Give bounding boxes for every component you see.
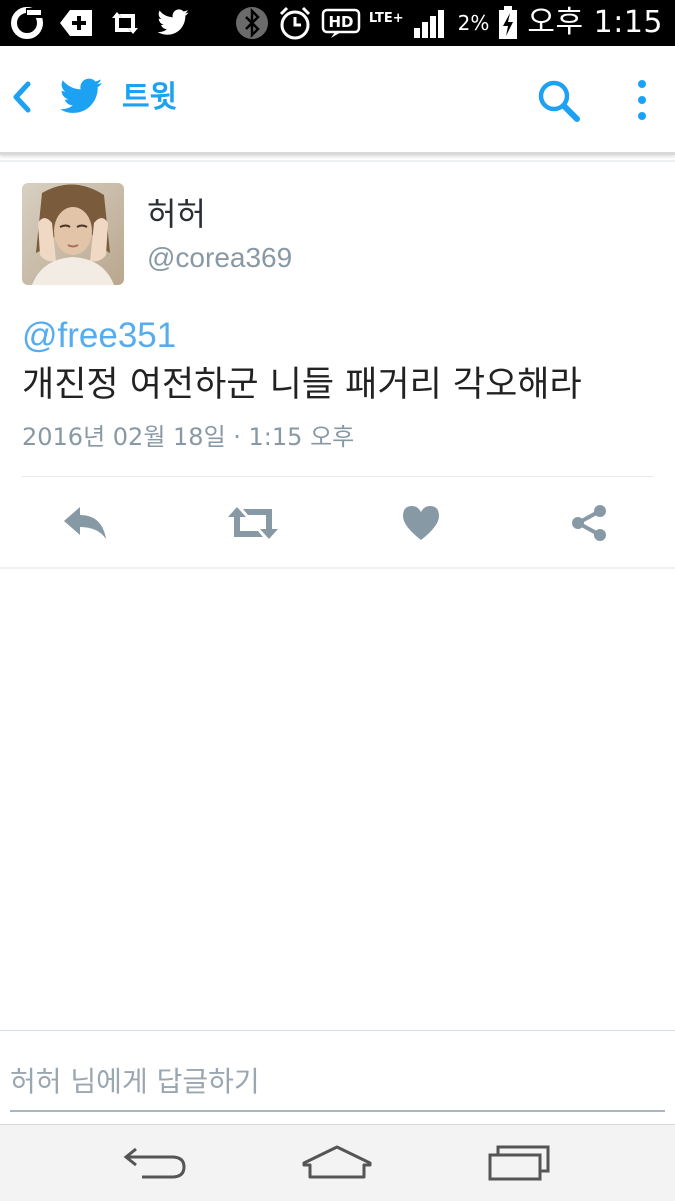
svg-text:HD: HD [328, 13, 353, 31]
reply-top-border [0, 1030, 675, 1031]
retweet-notification-icon [112, 12, 138, 34]
reply-input[interactable] [10, 1052, 665, 1112]
actions-divider [0, 567, 675, 569]
tweet-actions [0, 496, 675, 550]
battery-percent: 2% [457, 11, 490, 35]
signal-icon [413, 10, 444, 38]
status-time: 오후 1:15 [527, 5, 663, 40]
hd-voice-icon: HD [321, 8, 361, 38]
back-chevron-icon[interactable] [8, 74, 38, 120]
tweet-divider [22, 476, 654, 477]
home-icon [302, 1145, 372, 1179]
home-nav-button[interactable] [292, 1135, 382, 1191]
battery-charging-icon [499, 6, 518, 39]
recent-apps-nav-button[interactable] [474, 1135, 564, 1191]
plus-icon [60, 10, 92, 36]
mention-link[interactable]: @free351 [22, 314, 176, 358]
retweet-button[interactable] [223, 496, 283, 550]
reply-button[interactable] [55, 496, 115, 550]
back-arrow-icon [123, 1147, 186, 1179]
like-button[interactable] [391, 496, 451, 550]
bluetooth-icon [235, 7, 268, 39]
network-type-label: LTE+ [368, 11, 404, 26]
twitter-logo-icon [59, 78, 103, 113]
retweet-icon [228, 507, 278, 539]
share-icon [572, 505, 606, 541]
avatar-image [22, 183, 124, 285]
recent-apps-icon [488, 1145, 550, 1181]
page-title: 트윗 [122, 80, 178, 115]
avatar[interactable] [22, 183, 124, 285]
app-bar: 트윗 [0, 46, 675, 155]
system-nav-bar [0, 1124, 675, 1201]
tweet-timestamp: 2016년 02월 18일 · 1:15 오후 [22, 423, 355, 451]
status-bar: HD LTE+ 2% 오후 1:15 [0, 0, 675, 46]
status-left-icons [10, 6, 190, 40]
reply-icon [64, 507, 106, 539]
search-icon[interactable] [536, 78, 582, 124]
display-name[interactable]: 허허 [147, 194, 206, 234]
olleh-icon [11, 7, 43, 39]
back-nav-button[interactable] [110, 1135, 200, 1191]
share-button[interactable] [559, 496, 619, 550]
alarm-icon [279, 6, 310, 40]
like-icon [403, 506, 439, 540]
overflow-menu-icon[interactable] [628, 76, 656, 124]
user-handle: @corea369 [147, 242, 293, 273]
status-right-icons: HD LTE+ 2% 오후 1:15 [235, 4, 663, 42]
header-divider [0, 160, 675, 162]
tweet-text: 개진정 여전하군 니들 패거리 각오해라 [22, 365, 582, 405]
twitter-notification-icon [157, 9, 189, 35]
